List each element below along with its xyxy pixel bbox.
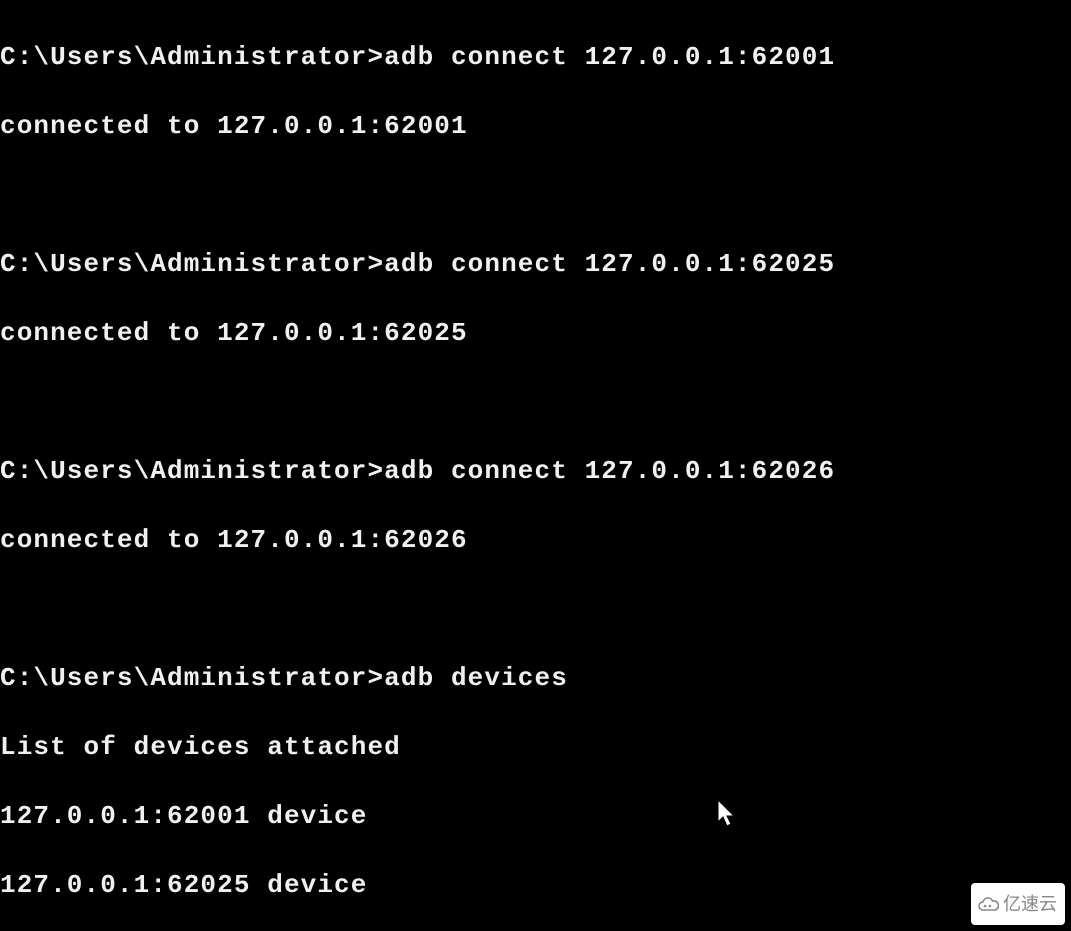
- command-text: adb devices: [384, 663, 568, 693]
- cloud-icon: [977, 895, 999, 913]
- command-text: adb connect 127.0.0.1:62025: [384, 249, 835, 279]
- output-line: connected to 127.0.0.1:62001: [0, 109, 1071, 144]
- cmd-line: C:\Users\Administrator>adb devices: [0, 661, 1071, 696]
- watermark-badge: 亿速云: [971, 883, 1065, 926]
- output-line: List of devices attached: [0, 730, 1071, 765]
- prompt: C:\Users\Administrator>: [0, 42, 384, 72]
- cmd-line: C:\Users\Administrator>adb connect 127.0…: [0, 247, 1071, 282]
- output-line: 127.0.0.1:62001 device: [0, 799, 1071, 834]
- watermark-text: 亿速云: [1003, 887, 1057, 922]
- blank-line: [0, 385, 1071, 420]
- blank-line: [0, 592, 1071, 627]
- prompt: C:\Users\Administrator>: [0, 249, 384, 279]
- prompt: C:\Users\Administrator>: [0, 663, 384, 693]
- output-line: connected to 127.0.0.1:62025: [0, 316, 1071, 351]
- prompt: C:\Users\Administrator>: [0, 456, 384, 486]
- cmd-line: C:\Users\Administrator>adb connect 127.0…: [0, 454, 1071, 489]
- blank-line: [0, 178, 1071, 213]
- terminal-window[interactable]: C:\Users\Administrator>adb connect 127.0…: [0, 0, 1071, 931]
- command-text: adb connect 127.0.0.1:62001: [384, 42, 835, 72]
- output-line: connected to 127.0.0.1:62026: [0, 523, 1071, 558]
- output-line: 127.0.0.1:62025 device: [0, 868, 1071, 903]
- command-text: adb connect 127.0.0.1:62026: [384, 456, 835, 486]
- cmd-line: C:\Users\Administrator>adb connect 127.0…: [0, 40, 1071, 75]
